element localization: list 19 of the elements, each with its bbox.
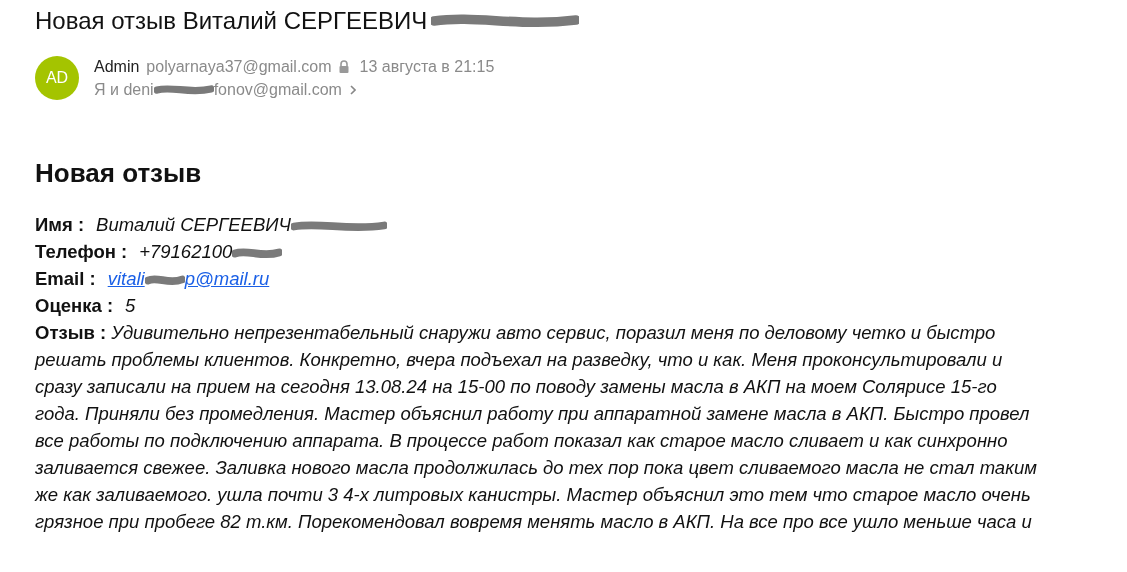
redaction-mark <box>153 83 214 96</box>
field-label: Имя : <box>35 214 85 235</box>
field-label: Оценка : <box>35 295 114 316</box>
chevron-right-icon[interactable] <box>349 84 356 95</box>
recipients-start[interactable]: Я и deni <box>94 78 154 101</box>
field-value: +79162100 <box>139 241 233 262</box>
body-heading: Новая отзыв <box>35 157 203 189</box>
sender-name[interactable]: Admin <box>94 55 140 78</box>
field-label: Телефон : <box>35 241 128 262</box>
field-value: 5 <box>125 295 136 316</box>
sender-email[interactable]: polyarnaya37@gmail.com <box>146 55 332 78</box>
recipients-end[interactable]: fonov@gmail.com <box>213 78 342 101</box>
field-label: Email : <box>35 268 96 289</box>
field-value: Виталий СЕРГЕЕВИЧ <box>96 214 291 235</box>
review-paragraph: Отзыв : Удивительно непрезентабельный снаружи авто сервис, поразил меня по деловому четко и быстро решать проблемы клиентов. Конкретно, вчера подъехал на разведку, что и как. Меня проконсультировали и сразу записали на прием на сегодня 13.08.24 на 15-00 по поводу замены масла в АКП на моем Солярисе 15-го года. Приняли без промедления. Мастер объяснил работу при аппаратной замене масла в АКП. Быстро провел все работы по подключению аппарата. В процессе работ показал как старое масло сливает и как синхронно заливается свежее. Заливка нового масла продолжилась до тех пор пока цвет сливаемого масла не стал таким же как заливаемого. ушла почти 3 4-х литровых канистры. Мастер объяснил это тем что старое масло очень грязное при пробеге 82 т.км. Порекомендовал вовремя менять масло в АКП. На все про все ушло меньше часа и <box>35 321 1038 534</box>
email-subject: Новая отзыв Виталий СЕРГЕЕВИЧ <box>35 6 428 36</box>
sent-date: 13 августа в 21:15 <box>359 57 495 77</box>
avatar[interactable]: AD <box>35 56 79 100</box>
email-link[interactable]: vitali p@mail.ru <box>107 268 270 289</box>
